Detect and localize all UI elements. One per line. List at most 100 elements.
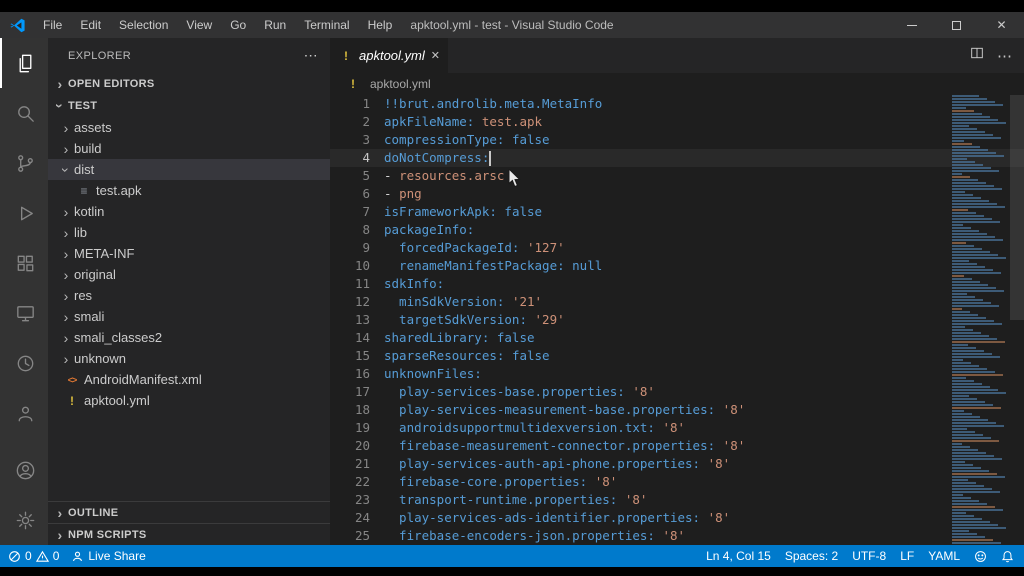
root-folder-label: TEST bbox=[68, 100, 97, 112]
accounts-icon[interactable] bbox=[0, 445, 48, 495]
code-line-7[interactable]: 7isFrameworkApk: false bbox=[330, 203, 1024, 221]
scrollbar-slider[interactable] bbox=[1010, 95, 1024, 320]
more-actions-icon[interactable]: ⋯ bbox=[997, 47, 1012, 65]
menu-help[interactable]: Help bbox=[359, 12, 402, 38]
code-line-12[interactable]: 12 minSdkVersion: '21' bbox=[330, 293, 1024, 311]
close-icon: ✕ bbox=[996, 18, 1006, 32]
clock-icon[interactable] bbox=[0, 338, 48, 388]
code-line-25[interactable]: 25 firebase-encoders-json.properties: '8… bbox=[330, 527, 1024, 545]
outline-label: OUTLINE bbox=[68, 507, 118, 519]
file-tree: ›assets›build›dist≡test.apk›kotlin›lib›M… bbox=[48, 117, 330, 411]
tab-apktool-yml[interactable]: ! apktool.yml ✕ bbox=[330, 38, 448, 73]
split-editor-icon[interactable] bbox=[969, 45, 985, 66]
tree-item-apktool-yml[interactable]: !apktool.yml bbox=[48, 390, 330, 411]
remote-explorer-icon[interactable] bbox=[0, 288, 48, 338]
code-line-13[interactable]: 13 targetSdkVersion: '29' bbox=[330, 311, 1024, 329]
code-line-8[interactable]: 8packageInfo: bbox=[330, 221, 1024, 239]
tab-bar: ! apktool.yml ✕ ⋯ bbox=[330, 38, 1024, 73]
code-editor[interactable]: 1!!brut.androlib.meta.MetaInfo2apkFileNa… bbox=[330, 95, 1024, 545]
tree-item-build[interactable]: ›build bbox=[48, 138, 330, 159]
tree-item-test-apk[interactable]: ≡test.apk bbox=[48, 180, 330, 201]
breadcrumb[interactable]: ! apktool.yml bbox=[330, 73, 1024, 95]
menu-selection[interactable]: Selection bbox=[110, 12, 177, 38]
live-share-icon[interactable] bbox=[0, 388, 48, 438]
code-line-19[interactable]: 19 androidsupportmultidexversion.txt: '8… bbox=[330, 419, 1024, 437]
tree-item-res[interactable]: ›res bbox=[48, 285, 330, 306]
tree-item-assets[interactable]: ›assets bbox=[48, 117, 330, 138]
run-debug-icon[interactable] bbox=[0, 188, 48, 238]
code-line-16[interactable]: 16unknownFiles: bbox=[330, 365, 1024, 383]
code-line-1[interactable]: 1!!brut.androlib.meta.MetaInfo bbox=[330, 95, 1024, 113]
tree-item-dist[interactable]: ›dist bbox=[48, 159, 330, 180]
encoding-setting[interactable]: UTF-8 bbox=[852, 549, 886, 563]
code-line-18[interactable]: 18 play-services-measurement-base.proper… bbox=[330, 401, 1024, 419]
code-line-17[interactable]: 17 play-services-base.properties: '8' bbox=[330, 383, 1024, 401]
code-line-14[interactable]: 14sharedLibrary: false bbox=[330, 329, 1024, 347]
code-line-5[interactable]: 5- resources.arsc bbox=[330, 167, 1024, 185]
line-number: 21 bbox=[330, 455, 370, 473]
yaml-file-icon: ! bbox=[64, 394, 80, 408]
code-line-3[interactable]: 3compressionType: false bbox=[330, 131, 1024, 149]
tree-item-smali-classes2[interactable]: ›smali_classes2 bbox=[48, 327, 330, 348]
warning-icon bbox=[36, 550, 49, 563]
code-line-9[interactable]: 9 forcedPackageId: '127' bbox=[330, 239, 1024, 257]
tree-item-original[interactable]: ›original bbox=[48, 264, 330, 285]
search-icon[interactable] bbox=[0, 88, 48, 138]
code-line-15[interactable]: 15sparseResources: false bbox=[330, 347, 1024, 365]
open-editors-section[interactable]: › OPEN EDITORS bbox=[48, 73, 330, 95]
close-button[interactable]: ✕ bbox=[979, 12, 1024, 38]
editor-scrollbar[interactable] bbox=[1010, 95, 1024, 545]
tab-close-icon[interactable]: ✕ bbox=[431, 49, 440, 62]
code-line-6[interactable]: 6- png bbox=[330, 185, 1024, 203]
live-share-status[interactable]: Live Share bbox=[71, 549, 145, 563]
maximize-icon bbox=[952, 21, 961, 30]
code-line-24[interactable]: 24 play-services-ads-identifier.properti… bbox=[330, 509, 1024, 527]
eol-setting[interactable]: LF bbox=[900, 549, 914, 563]
settings-icon[interactable] bbox=[0, 495, 48, 545]
language-mode[interactable]: YAML bbox=[928, 549, 960, 563]
tree-item-unknown[interactable]: ›unknown bbox=[48, 348, 330, 369]
indentation-setting[interactable]: Spaces: 2 bbox=[785, 549, 838, 563]
menu-view[interactable]: View bbox=[177, 12, 221, 38]
problems-indicator[interactable]: 0 0 bbox=[8, 549, 59, 563]
code-line-23[interactable]: 23 transport-runtime.properties: '8' bbox=[330, 491, 1024, 509]
chevron-right-icon: › bbox=[52, 505, 68, 521]
xml-file-icon: <> bbox=[64, 375, 80, 385]
menu-edit[interactable]: Edit bbox=[71, 12, 110, 38]
root-folder-section[interactable]: › TEST bbox=[48, 95, 330, 117]
explorer-icon[interactable] bbox=[0, 38, 48, 88]
cursor-position[interactable]: Ln 4, Col 15 bbox=[706, 549, 771, 563]
minimap[interactable] bbox=[952, 95, 1010, 545]
menu-run[interactable]: Run bbox=[255, 12, 295, 38]
menu-terminal[interactable]: Terminal bbox=[295, 12, 358, 38]
code-line-11[interactable]: 11sdkInfo: bbox=[330, 275, 1024, 293]
code-line-10[interactable]: 10 renameManifestPackage: null bbox=[330, 257, 1024, 275]
feedback-icon bbox=[974, 550, 987, 563]
line-number: 1 bbox=[330, 95, 370, 113]
tree-item-meta-inf[interactable]: ›META-INF bbox=[48, 243, 330, 264]
tree-item-label: dist bbox=[74, 162, 94, 177]
outline-section[interactable]: › OUTLINE bbox=[48, 501, 330, 523]
line-content: doNotCompress: bbox=[370, 149, 491, 167]
source-control-icon[interactable] bbox=[0, 138, 48, 188]
code-line-20[interactable]: 20 firebase-measurement-connector.proper… bbox=[330, 437, 1024, 455]
npm-scripts-section[interactable]: › NPM SCRIPTS bbox=[48, 523, 330, 545]
tree-item-smali[interactable]: ›smali bbox=[48, 306, 330, 327]
code-line-4[interactable]: 4doNotCompress: bbox=[330, 149, 1024, 167]
tree-item-kotlin[interactable]: ›kotlin bbox=[48, 201, 330, 222]
extensions-icon[interactable] bbox=[0, 238, 48, 288]
feedback-button[interactable] bbox=[974, 550, 987, 563]
notifications-button[interactable] bbox=[1001, 550, 1014, 563]
tree-item-androidmanifest-xml[interactable]: <>AndroidManifest.xml bbox=[48, 369, 330, 390]
code-line-22[interactable]: 22 firebase-core.properties: '8' bbox=[330, 473, 1024, 491]
code-line-2[interactable]: 2apkFileName: test.apk bbox=[330, 113, 1024, 131]
menu-file[interactable]: File bbox=[34, 12, 71, 38]
minimize-button[interactable] bbox=[889, 12, 934, 38]
explorer-actions-icon[interactable]: ⋯ bbox=[304, 47, 318, 64]
line-content: firebase-measurement-connector.propertie… bbox=[370, 437, 745, 455]
maximize-button[interactable] bbox=[934, 12, 979, 38]
tree-item-lib[interactable]: ›lib bbox=[48, 222, 330, 243]
code-line-21[interactable]: 21 play-services-auth-api-phone.properti… bbox=[330, 455, 1024, 473]
menu-go[interactable]: Go bbox=[221, 12, 255, 38]
text-cursor bbox=[489, 151, 491, 166]
